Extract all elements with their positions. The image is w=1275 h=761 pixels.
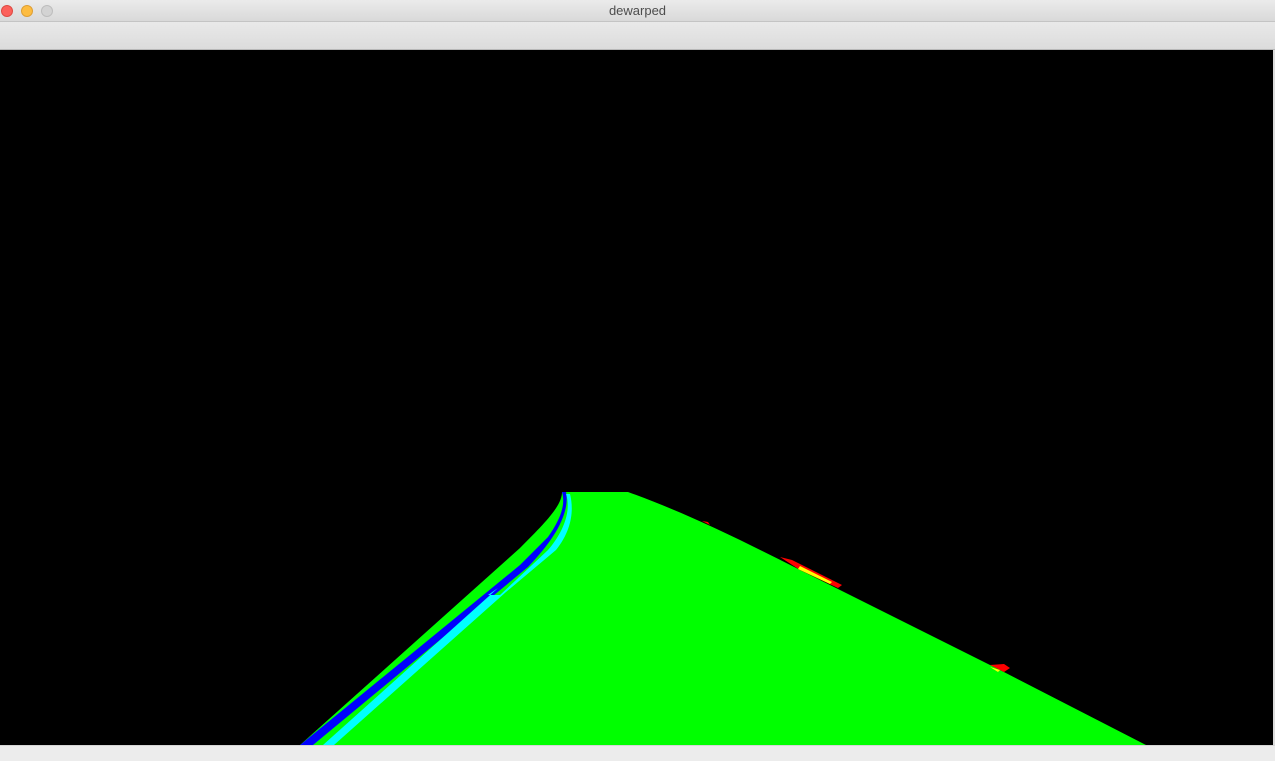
dewarped-image bbox=[0, 50, 1273, 745]
status-bar bbox=[0, 745, 1275, 761]
window-title: dewarped bbox=[608, 3, 667, 18]
title-bar[interactable]: dewarped bbox=[0, 0, 1275, 22]
toolbar bbox=[0, 22, 1275, 50]
image-canvas bbox=[0, 50, 1273, 745]
app-window: dewarped bbox=[0, 0, 1275, 761]
